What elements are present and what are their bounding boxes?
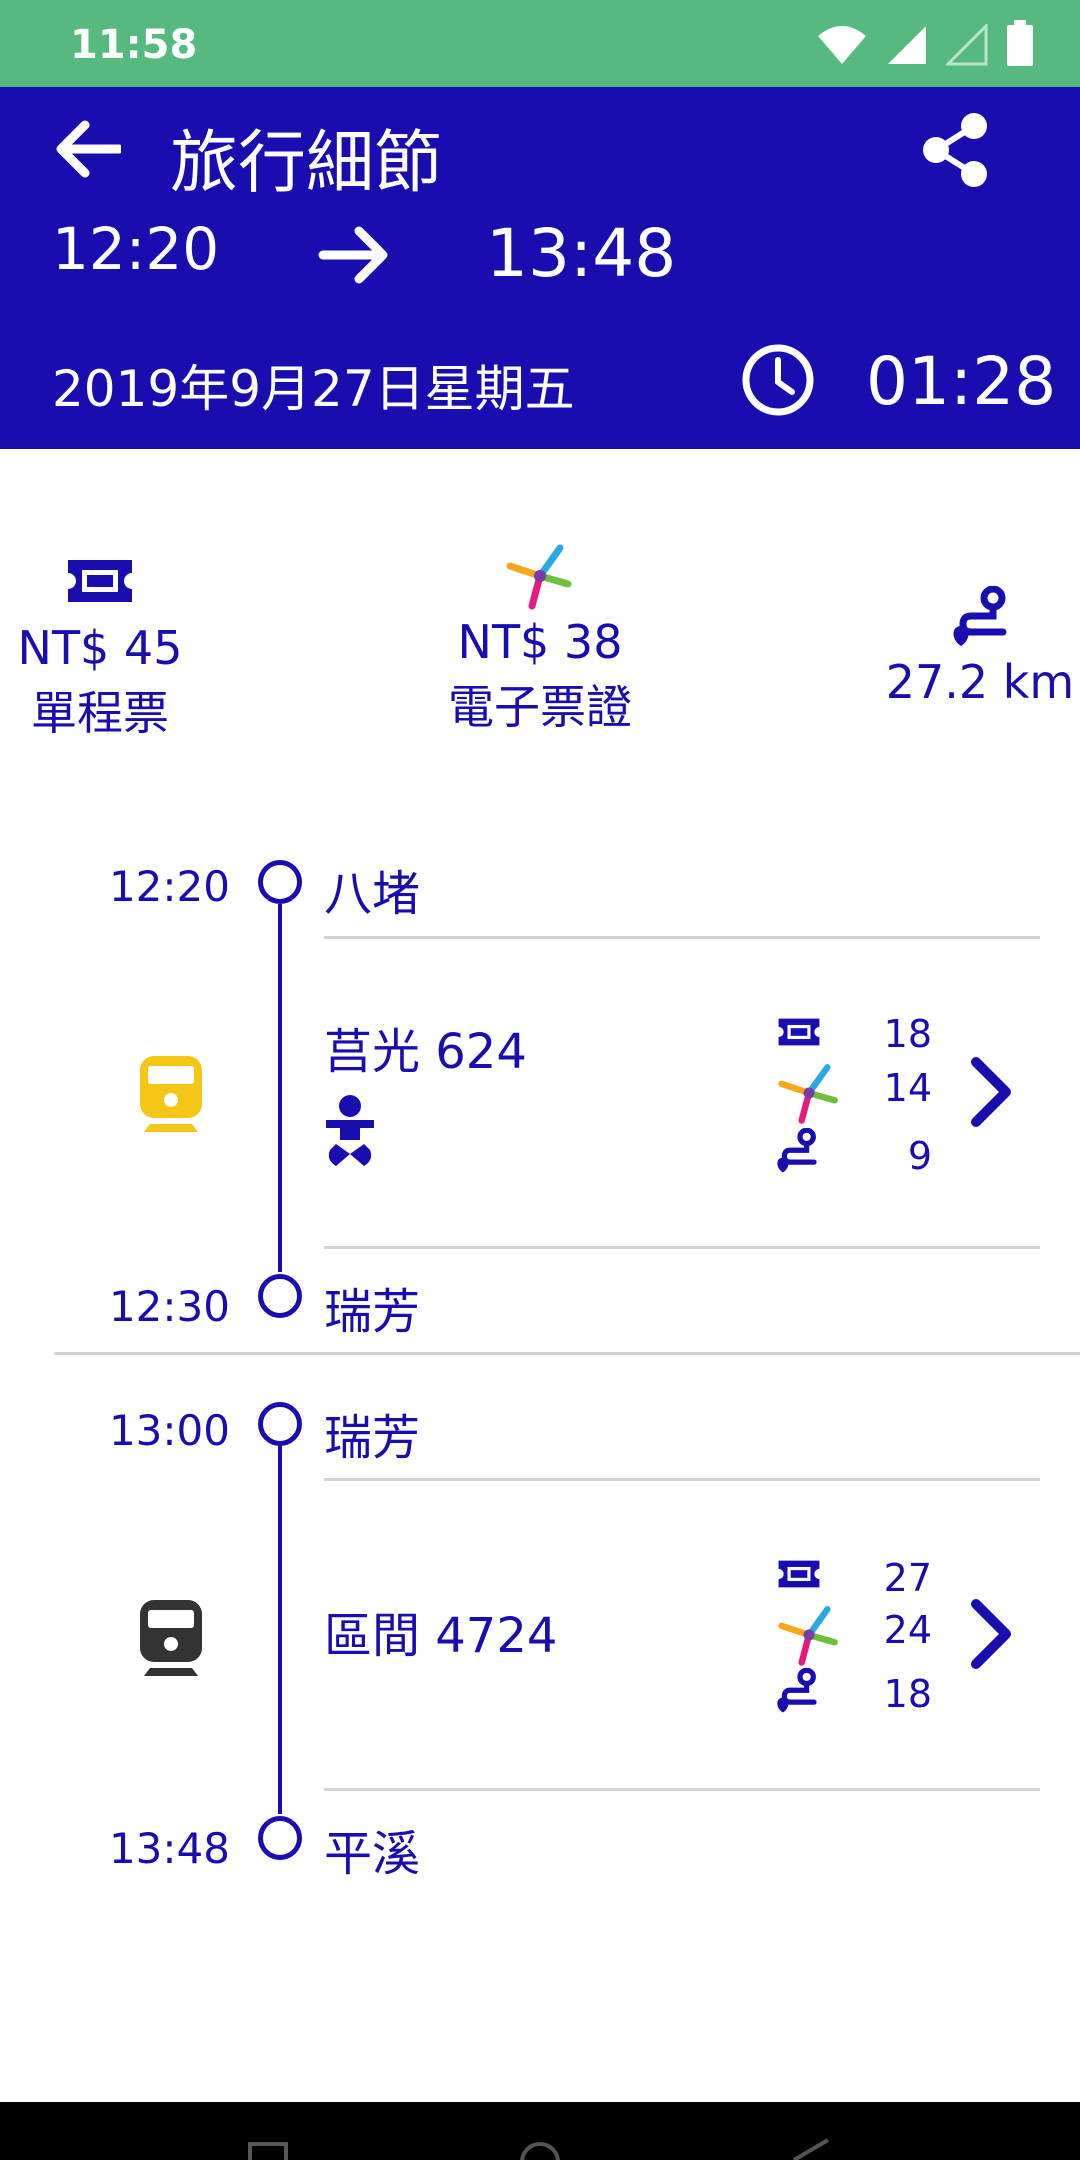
leg2-train: 區間 4724 [324,1608,558,1664]
divider [324,936,1040,939]
leg1-fare-ecard: 14 [883,1066,932,1110]
leg1-fare-ticket: 18 [883,1012,932,1056]
divider [324,1246,1040,1249]
ecard-price: NT$ 38 [457,615,623,669]
signal-icon [888,26,926,64]
ticket-icon [778,1560,820,1588]
wifi-icon [818,26,866,64]
leg2-fare-ecard: 24 [883,1608,932,1652]
local-train-icon [140,1600,202,1676]
arrival-time: 13:48 [486,215,677,292]
ecard-logo-icon [506,544,572,610]
leg1-depart-station: 八堵 [324,866,421,922]
total-distance: 27.2 km [885,655,1075,709]
home-icon[interactable] [516,2138,564,2160]
stop-circle [258,860,302,904]
ecard-logo-icon [778,1064,838,1124]
divider [324,1478,1040,1481]
battery-icon [1007,20,1033,66]
leg2-arrive-station: 平溪 [324,1826,421,1882]
departure-time: 12:20 [52,215,220,283]
express-train-icon [140,1056,202,1132]
baby-icon [326,1095,374,1166]
status-time: 11:58 [70,22,198,68]
leg2-fare-ticket: 27 [883,1556,932,1600]
route-line [278,904,282,1272]
ticket-icon [68,560,132,602]
trip-duration: 01:28 [866,343,1057,420]
divider [324,1788,1040,1791]
ecard-summary: NT$ 38 電子票證 [430,540,650,742]
signal-empty-icon [946,24,988,66]
app-bar: 旅行細節 12:20 13:48 2019年9月27日星期五 01:28 [0,87,1080,449]
ecard-label: 電子票證 [448,680,632,734]
leg-separator [54,1352,1080,1355]
leg2-distance: 18 [883,1672,932,1716]
clock-icon [742,344,814,416]
ticket-label: 單程票 [31,686,169,740]
back-button[interactable] [48,109,128,189]
distance-summary: 27.2 km [880,586,1080,712]
ticket-icon [778,1018,820,1046]
status-bar: 11:58 [0,0,1080,87]
leg2-arrive-time: 13:48 [108,1824,230,1873]
recents-icon[interactable] [248,2142,288,2160]
stop-circle [258,1402,302,1446]
ticket-price: NT$ 45 [17,621,183,675]
leg1-arrive-time: 12:30 [108,1282,230,1331]
ecard-logo-icon [778,1606,838,1666]
ticket-summary: NT$ 45 單程票 [10,556,190,748]
leg1-depart-time: 12:20 [108,862,230,911]
share-button[interactable] [910,105,1000,195]
share-icon [923,113,987,187]
route-line [278,1446,282,1814]
leg1-distance: 9 [907,1134,932,1178]
chevron-right-icon[interactable] [962,1594,1022,1674]
back-nav-icon[interactable] [790,2138,830,2160]
page-title: 旅行細節 [170,124,443,203]
arrow-right-icon [318,226,388,284]
system-nav-bar [0,2102,1080,2160]
stop-circle [258,1816,302,1860]
leg2-depart-time: 13:00 [108,1406,230,1455]
travel-date: 2019年9月27日星期五 [52,360,575,418]
route-icon [777,1128,817,1173]
arrow-left-icon [56,120,121,178]
status-icons [816,20,1034,66]
stop-circle [258,1274,302,1318]
route-icon [777,1668,817,1713]
leg1-arrive-station: 瑞芳 [324,1284,421,1340]
route-icon [953,586,1007,646]
leg2-depart-station: 瑞芳 [324,1410,421,1466]
leg1-train: 莒光 624 [324,1024,527,1080]
chevron-right-icon[interactable] [962,1052,1022,1132]
